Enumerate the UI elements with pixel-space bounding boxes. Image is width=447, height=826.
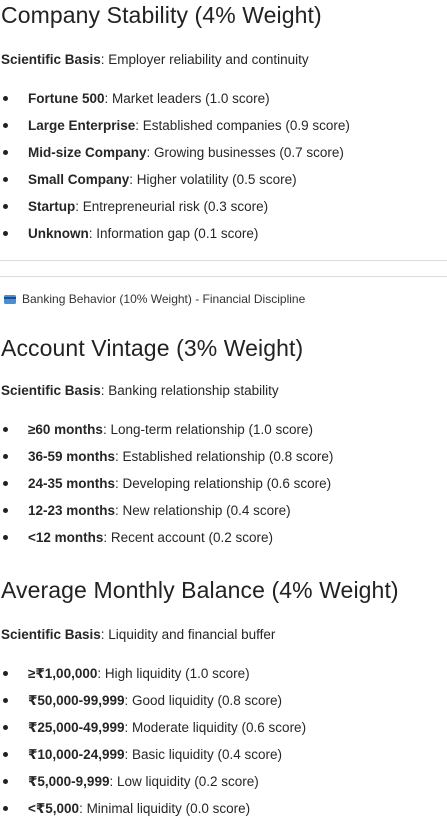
item-term: Mid-size Company: [28, 145, 147, 160]
section-divider-top: [0, 260, 447, 261]
list-item: Fortune 500: Market leaders (1.0 score): [0, 85, 350, 112]
banking-behavior-banner: Banking Behavior (10% Weight) - Financia…: [4, 292, 305, 306]
list-item: 36-59 months: Established relationship (…: [0, 443, 333, 470]
list-item: ₹50,000-99,999: Good liquidity (0.8 scor…: [0, 687, 306, 714]
list-item: ≥₹1,00,000: High liquidity (1.0 score): [0, 660, 306, 687]
basis-label: Scientific Basis: [1, 627, 101, 642]
item-term: Small Company: [28, 172, 130, 187]
item-term: <12 months: [28, 530, 104, 545]
average-monthly-balance-heading: Average Monthly Balance (4% Weight): [1, 577, 399, 603]
item-desc: : Minimal liquidity (0.0 score): [79, 801, 251, 816]
item-term: <₹5,000: [28, 801, 80, 816]
list-item: 24-35 months: Developing relationship (0…: [0, 470, 333, 497]
list-item: ₹5,000-9,999: Low liquidity (0.2 score): [0, 768, 306, 795]
item-desc: : Established relationship (0.8 score): [115, 449, 334, 464]
item-desc: : Developing relationship (0.6 score): [115, 476, 332, 491]
company-stability-heading: Company Stability (4% Weight): [1, 2, 322, 28]
list-item: <12 months: Recent account (0.2 score): [0, 524, 333, 551]
item-term: ₹50,000-99,999: [28, 693, 125, 708]
list-item: Small Company: Higher volatility (0.5 sc…: [0, 166, 350, 193]
item-desc: : Market leaders (1.0 score): [104, 91, 270, 106]
basis-text: : Employer reliability and continuity: [100, 52, 309, 67]
account-vintage-basis: Scientific Basis: Banking relationship s…: [1, 383, 279, 398]
item-desc: : Growing businesses (0.7 score): [146, 145, 344, 160]
item-term: Large Enterprise: [28, 118, 136, 133]
item-desc: : Long-term relationship (1.0 score): [102, 422, 314, 437]
item-term: 12-23 months: [28, 503, 116, 518]
list-item: Startup: Entrepreneurial risk (0.3 score…: [0, 193, 350, 220]
item-term: 36-59 months: [28, 449, 116, 464]
item-desc: : Good liquidity (0.8 score): [124, 693, 283, 708]
item-term: ₹25,000-49,999: [28, 720, 125, 735]
list-item: ≥60 months: Long-term relationship (1.0 …: [0, 416, 333, 443]
item-desc: : Low liquidity (0.2 score): [109, 774, 259, 789]
company-stability-list: Fortune 500: Market leaders (1.0 score) …: [0, 85, 350, 247]
banner-text: Banking Behavior (10% Weight) - Financia…: [22, 292, 306, 306]
item-term: ≥60 months: [28, 422, 103, 437]
item-desc: : Basic liquidity (0.4 score): [124, 747, 283, 762]
list-item: 12-23 months: New relationship (0.4 scor…: [0, 497, 333, 524]
company-stability-basis: Scientific Basis: Employer reliability a…: [1, 52, 309, 67]
basis-text: : Liquidity and financial buffer: [100, 627, 276, 642]
item-desc: : New relationship (0.4 score): [115, 503, 291, 518]
item-desc: : Entrepreneurial risk (0.3 score): [75, 199, 269, 214]
item-term: Unknown: [28, 226, 89, 241]
account-vintage-list: ≥60 months: Long-term relationship (1.0 …: [0, 416, 333, 551]
item-desc: : Higher volatility (0.5 score): [129, 172, 297, 187]
item-desc: : Established companies (0.9 score): [135, 118, 350, 133]
section-divider-bottom: [0, 276, 447, 277]
list-item: ₹10,000-24,999: Basic liquidity (0.4 sco…: [0, 741, 306, 768]
item-term: ₹5,000-9,999: [28, 774, 110, 789]
item-term: Startup: [28, 199, 76, 214]
item-desc: : Moderate liquidity (0.6 score): [124, 720, 307, 735]
list-item: Large Enterprise: Established companies …: [0, 112, 350, 139]
credit-card-icon: [4, 294, 16, 304]
list-item: <₹5,000: Minimal liquidity (0.0 score): [0, 795, 306, 822]
basis-label: Scientific Basis: [1, 383, 101, 398]
item-term: ₹10,000-24,999: [28, 747, 125, 762]
account-vintage-heading: Account Vintage (3% Weight): [1, 335, 304, 361]
item-desc: : Information gap (0.1 score): [88, 226, 259, 241]
basis-text: : Banking relationship stability: [100, 383, 279, 398]
item-term: 24-35 months: [28, 476, 116, 491]
average-monthly-balance-basis: Scientific Basis: Liquidity and financia…: [1, 627, 275, 642]
item-desc: : Recent account (0.2 score): [103, 530, 273, 545]
list-item: ₹25,000-49,999: Moderate liquidity (0.6 …: [0, 714, 306, 741]
list-item: Unknown: Information gap (0.1 score): [0, 220, 350, 247]
item-term: Fortune 500: [28, 91, 105, 106]
item-term: ≥₹1,00,000: [28, 666, 98, 681]
basis-label: Scientific Basis: [1, 52, 101, 67]
item-desc: : High liquidity (1.0 score): [97, 666, 250, 681]
list-item: Mid-size Company: Growing businesses (0.…: [0, 139, 350, 166]
average-monthly-balance-list: ≥₹1,00,000: High liquidity (1.0 score) ₹…: [0, 660, 306, 822]
